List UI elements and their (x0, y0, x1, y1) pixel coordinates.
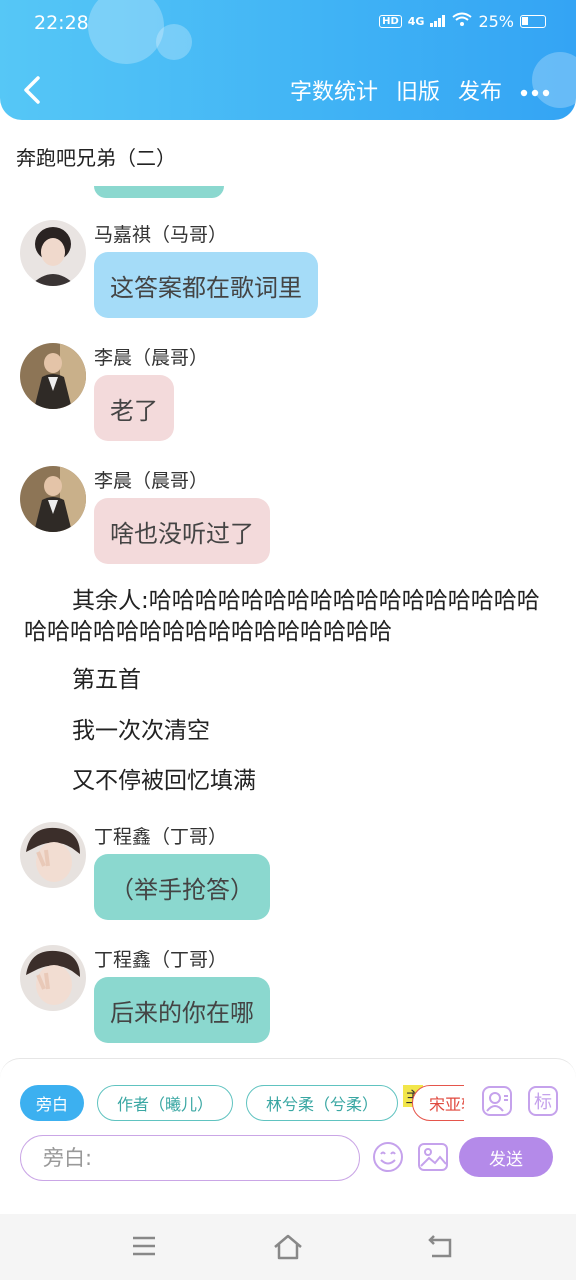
word-count-button[interactable]: 字数统计 (290, 74, 378, 106)
send-button[interactable]: 发送 (459, 1137, 553, 1177)
top-header: 22:28 HD 4G 25% 字数统计 旧版 发布 (0, 0, 576, 120)
message-item: 李晨（晨哥） 啥也没听过了 (20, 466, 560, 566)
message-input[interactable] (21, 1136, 359, 1180)
system-nav-bar (0, 1214, 576, 1280)
speaker-name: 马嘉祺（马哥） (94, 224, 228, 246)
speaker-name: 李晨（晨哥） (94, 470, 209, 492)
message-item: 李晨（晨哥） 老了 (20, 343, 560, 443)
old-version-button[interactable]: 旧版 (396, 74, 440, 106)
publish-button[interactable]: 发布 (458, 74, 502, 106)
avatar[interactable] (20, 945, 86, 1011)
home-icon[interactable] (272, 1234, 304, 1260)
composer-panel: 旁白 作者（曦儿） 林兮柔（兮柔） 主 宋亚轩 标 发送 (0, 1058, 576, 1214)
wifi-icon (452, 12, 473, 31)
avatar[interactable] (20, 466, 86, 532)
narration-text[interactable]: 第五首 (72, 665, 552, 696)
page-title: 奔跑吧兄弟（二） (16, 146, 176, 170)
speaker-name: 丁程鑫（丁哥） (94, 949, 228, 971)
narration-text[interactable]: 其余人:哈哈哈哈哈哈哈哈哈哈哈哈哈哈哈哈哈哈哈哈哈哈哈哈哈哈哈哈哈哈哈哈哈 (24, 586, 554, 648)
battery-percent: 25% (478, 12, 514, 31)
status-bar: 22:28 HD 4G 25% (0, 0, 576, 46)
menu-icon[interactable] (131, 1234, 157, 1258)
partial-message-bubble (94, 186, 224, 198)
hd-icon: HD (379, 15, 402, 28)
message-item: 丁程鑫（丁哥） （举手抢答） (20, 822, 560, 922)
signal-bars-icon (430, 12, 446, 31)
message-bubble[interactable]: 啥也没听过了 (94, 498, 270, 564)
signal-4g-icon: 4G (407, 15, 425, 28)
message-item: 丁程鑫（丁哥） 后来的你在哪 (20, 945, 560, 1045)
message-bubble[interactable]: 老了 (94, 375, 174, 441)
back-icon[interactable] (426, 1234, 454, 1260)
narration-text[interactable]: 又不停被回忆填满 (72, 766, 552, 797)
avatar[interactable] (20, 343, 86, 409)
role-chip-narrator[interactable]: 旁白 (20, 1085, 84, 1121)
status-time: 22:28 (34, 12, 89, 34)
role-chip-linxirou[interactable]: 林兮柔（兮柔） (246, 1085, 398, 1121)
message-bubble[interactable]: 这答案都在歌词里 (94, 252, 318, 318)
tag-label-icon[interactable]: 标 (527, 1085, 559, 1117)
message-bubble[interactable]: 后来的你在哪 (94, 977, 270, 1043)
role-chip-songyaxuan[interactable]: 宋亚轩 (412, 1085, 464, 1121)
narration-text[interactable]: 我一次次清空 (72, 716, 552, 747)
speaker-name: 丁程鑫（丁哥） (94, 826, 228, 848)
speaker-name: 李晨（晨哥） (94, 347, 209, 369)
role-chips: 旁白 作者（曦儿） 林兮柔（兮柔） 主 宋亚轩 (20, 1085, 464, 1121)
tag-label-text: 标 (534, 1092, 552, 1113)
status-icons: HD 4G 25% (379, 12, 546, 31)
message-input-wrapper (20, 1135, 360, 1181)
avatar[interactable] (20, 822, 86, 888)
contact-card-icon[interactable] (481, 1085, 513, 1117)
battery-icon (520, 15, 546, 28)
message-bubble[interactable]: （举手抢答） (94, 854, 270, 920)
emoji-icon[interactable] (372, 1141, 404, 1173)
avatar[interactable] (20, 220, 86, 286)
header-actions: 字数统计 旧版 发布 (290, 74, 550, 106)
message-item: 马嘉祺（马哥） 这答案都在歌词里 (20, 220, 560, 320)
role-chip-author[interactable]: 作者（曦儿） (97, 1085, 233, 1121)
back-arrow-icon[interactable] (18, 72, 48, 108)
more-icon[interactable] (520, 78, 550, 103)
image-icon[interactable] (417, 1141, 449, 1173)
